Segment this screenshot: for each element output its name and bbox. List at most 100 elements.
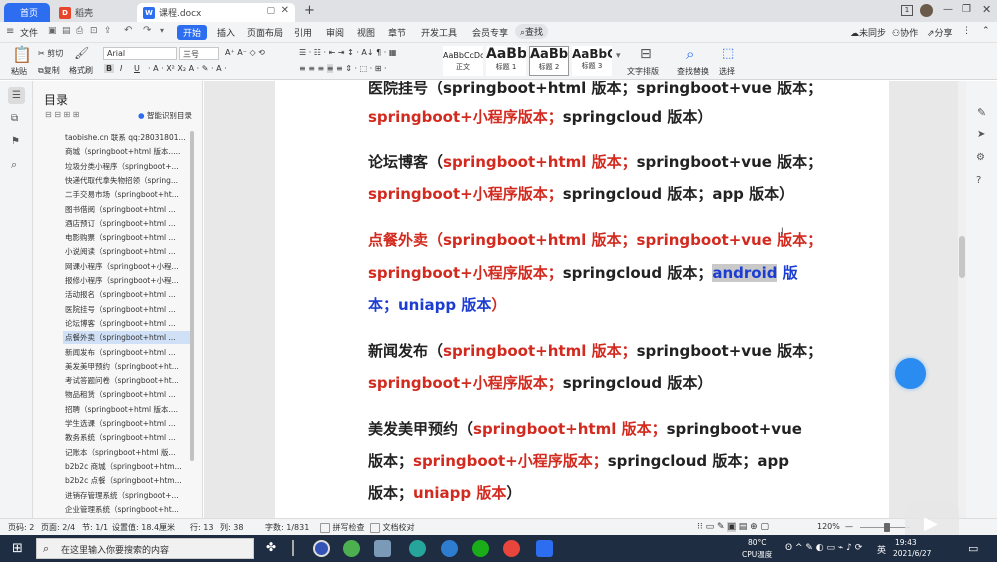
search-button[interactable]: ⌕查找 — [515, 24, 549, 39]
edit-icon[interactable]: ✎ — [977, 106, 986, 119]
toc-item[interactable]: 招聘（springboot+html 版本.... — [63, 403, 191, 416]
collapse-ribbon-icon[interactable]: ⌃ — [982, 26, 990, 36]
toc-item[interactable]: 物品租赁（springboot+html ... — [63, 388, 191, 401]
taskbar-search[interactable]: ⌕ 在这里输入你要搜索的内容 — [36, 538, 254, 559]
grow-font-icon[interactable]: A⁺ A⁻ ◇ ⟲ — [225, 48, 265, 57]
document-line[interactable]: springboot+小程序版本；springcloud 版本；android … — [368, 257, 798, 289]
tab-insert[interactable]: 插入 — [217, 26, 235, 39]
toc-item[interactable]: 商城（springboot+html 版本..... — [63, 145, 191, 158]
toc-item[interactable]: 学生选课（springboot+html ... — [63, 417, 191, 430]
help-icon[interactable]: ? — [976, 175, 981, 186]
toc-item[interactable]: 医院挂号（springboot+html ... — [63, 303, 191, 316]
redo-icon[interactable]: ↷ — [143, 25, 151, 36]
paste-icon[interactable]: 📋 — [12, 45, 32, 64]
tab-home-ribbon[interactable]: 开始 — [177, 25, 208, 40]
sync-status[interactable]: ☁未同步 — [850, 26, 886, 39]
document-line[interactable]: 版本；uniapp 版本） — [368, 477, 521, 509]
style-heading-3[interactable]: AaBbC 标题 3 — [572, 46, 612, 76]
toc-item[interactable]: 报修小程序（springboot+小程... — [63, 274, 191, 287]
task-view-icon[interactable] — [292, 540, 294, 556]
tab-home[interactable]: 首页 — [4, 3, 50, 22]
tab-references[interactable]: 引用 — [294, 26, 312, 39]
tray-icons[interactable]: ʘ ^ ✎ ◐ ▭ ⌁ ♪ ⟳ — [785, 543, 862, 553]
view-mode-icons[interactable]: ⁝⁝ ▭ ✎ ▣ ▤ ⊕ ▢ — [697, 522, 769, 532]
settings-sliders-icon[interactable]: ⚙ — [976, 152, 985, 163]
tab-document[interactable]: W 课程.docx ▢ ✕ — [137, 3, 295, 22]
bold-icon[interactable]: B — [104, 64, 115, 73]
preview-icon[interactable]: ⊡ — [90, 26, 98, 36]
wechat-icon[interactable] — [472, 540, 489, 557]
paste-button[interactable]: 粘贴 — [11, 66, 27, 77]
toc-controls[interactable]: ⊟ ⊟ ⊞ ⊞ — [45, 110, 79, 119]
document-page[interactable]: 医院挂号（springboot+html 版本；springboot+vue 版… — [275, 81, 889, 518]
windows-start-icon[interactable]: ⊞ — [12, 541, 23, 556]
chrome-icon[interactable] — [503, 540, 520, 557]
bookmark-icon[interactable]: ⚑ — [11, 136, 20, 147]
toc-item[interactable]: 记账本（springboot+html 版... — [63, 446, 191, 459]
toc-item[interactable]: 论坛博客（springboot+html ... — [63, 317, 191, 330]
tab-developer[interactable]: 开发工具 — [421, 26, 457, 39]
tab-close-icon[interactable]: ✕ — [281, 5, 289, 16]
floating-assistant-button[interactable] — [895, 358, 926, 389]
toc-item[interactable]: 快递代取代拿失物招领（spring... — [63, 174, 191, 187]
toc-item[interactable]: 垃圾分类小程序（springboot+... — [63, 160, 191, 173]
document-line[interactable]: 本；uniapp 版本） — [368, 289, 506, 321]
status-word-count[interactable]: 字数: 1/831 — [265, 522, 309, 533]
taskbar-app-3-icon[interactable] — [374, 540, 391, 557]
select-button[interactable]: 选择 — [719, 66, 735, 77]
document-line[interactable]: springboot+小程序版本；springcloud 版本） — [368, 367, 712, 399]
document-line[interactable]: 版本；springboot+小程序版本；springcloud 版本；app — [368, 445, 789, 477]
document-line[interactable]: springboot+小程序版本；springcloud 版本；app 版本） — [368, 178, 794, 210]
tab-chapter[interactable]: 章节 — [388, 26, 406, 39]
tab-view[interactable]: 视图 — [357, 26, 375, 39]
italic-icon[interactable]: I — [120, 64, 122, 73]
toc-item[interactable]: 美发美甲预约（springboot+ht... — [63, 360, 191, 373]
toc-item[interactable]: 酒店预订（springboot+html ... — [63, 217, 191, 230]
document-line[interactable]: springboot+小程序版本；springcloud 版本） — [368, 101, 712, 133]
scroll-thumb[interactable] — [959, 236, 965, 278]
style-heading-1[interactable]: AaBb 标题 1 — [486, 46, 526, 76]
toc-item[interactable]: 网课小程序（springboot+小程... — [63, 260, 191, 273]
print-icon[interactable]: ⎙ — [76, 26, 83, 36]
cut-button[interactable]: ✂ 剪切 — [38, 48, 63, 59]
taskbar-app-4-icon[interactable] — [409, 540, 426, 557]
zoom-slider-handle[interactable] — [884, 523, 890, 532]
vertical-scrollbar[interactable] — [958, 81, 966, 518]
document-line[interactable]: 美发美甲预约（springboot+html 版本；springboot+vue — [368, 413, 802, 445]
spell-check-button[interactable]: 拼写检查 — [320, 522, 365, 533]
style-normal[interactable]: AaBbCcDd 正文 — [443, 46, 483, 76]
text-layout-button[interactable]: 文字排版 — [627, 66, 659, 77]
toc-item[interactable]: 小说阅读（springboot+html ... — [63, 245, 191, 258]
minimize-icon[interactable]: — — [943, 4, 953, 15]
more-icon[interactable]: ⋮ — [962, 26, 971, 36]
toc-item[interactable]: 电影购票（springboot+html ... — [63, 231, 191, 244]
taskbar-app-2-icon[interactable] — [343, 540, 360, 557]
menu-icon[interactable]: ≡ — [6, 26, 14, 37]
input-language[interactable]: 英 — [877, 543, 886, 556]
toc-item[interactable]: 进销存管理系统（springboot+... — [63, 489, 191, 502]
toc-item[interactable]: 企业管理系统（springboot+ht... — [63, 503, 191, 516]
toc-item[interactable]: taobishe.cn 联系 qq:28031801... — [63, 131, 191, 144]
underline-icon[interactable]: U — [134, 64, 140, 73]
tab-member[interactable]: 会员专享 — [472, 26, 508, 39]
export-icon[interactable]: ⇪ — [104, 26, 112, 36]
share-button[interactable]: ⇗分享 — [927, 26, 953, 39]
toc-item[interactable]: 二手交易市场（springboot+ht... — [63, 188, 191, 201]
tab-docer[interactable]: D 稻壳 — [53, 3, 135, 22]
document-line[interactable]: 新闻发布（springboot+html 版本；springboot+vue 版… — [368, 335, 822, 367]
undo-icon[interactable]: ↶ — [124, 25, 132, 36]
tab-page-layout[interactable]: 页面布局 — [247, 26, 283, 39]
font-size-select[interactable]: 三号 — [179, 47, 219, 60]
tab-review[interactable]: 审阅 — [326, 26, 344, 39]
toc-scrollbar[interactable] — [190, 131, 194, 461]
format-painter-button[interactable]: 格式刷 — [69, 65, 93, 76]
notification-icon[interactable]: ▭ — [968, 542, 978, 555]
taskbar-app-5-icon[interactable] — [441, 540, 458, 557]
find-replace-button[interactable]: 查找替换 — [677, 66, 709, 77]
format-painter-icon[interactable]: 🖌 — [74, 46, 89, 60]
doc-proof-button[interactable]: 文档校对 — [370, 522, 415, 533]
open-icon[interactable]: ▤ — [62, 26, 71, 36]
quick-access-dropdown-icon[interactable]: ▾ — [160, 26, 164, 35]
bullets-icon[interactable]: ☰ · ☷ · ⇤ ⇥ ↕ · A↓ ¶ · ▦ — [299, 48, 396, 57]
font-name-select[interactable]: Arial — [103, 47, 177, 60]
